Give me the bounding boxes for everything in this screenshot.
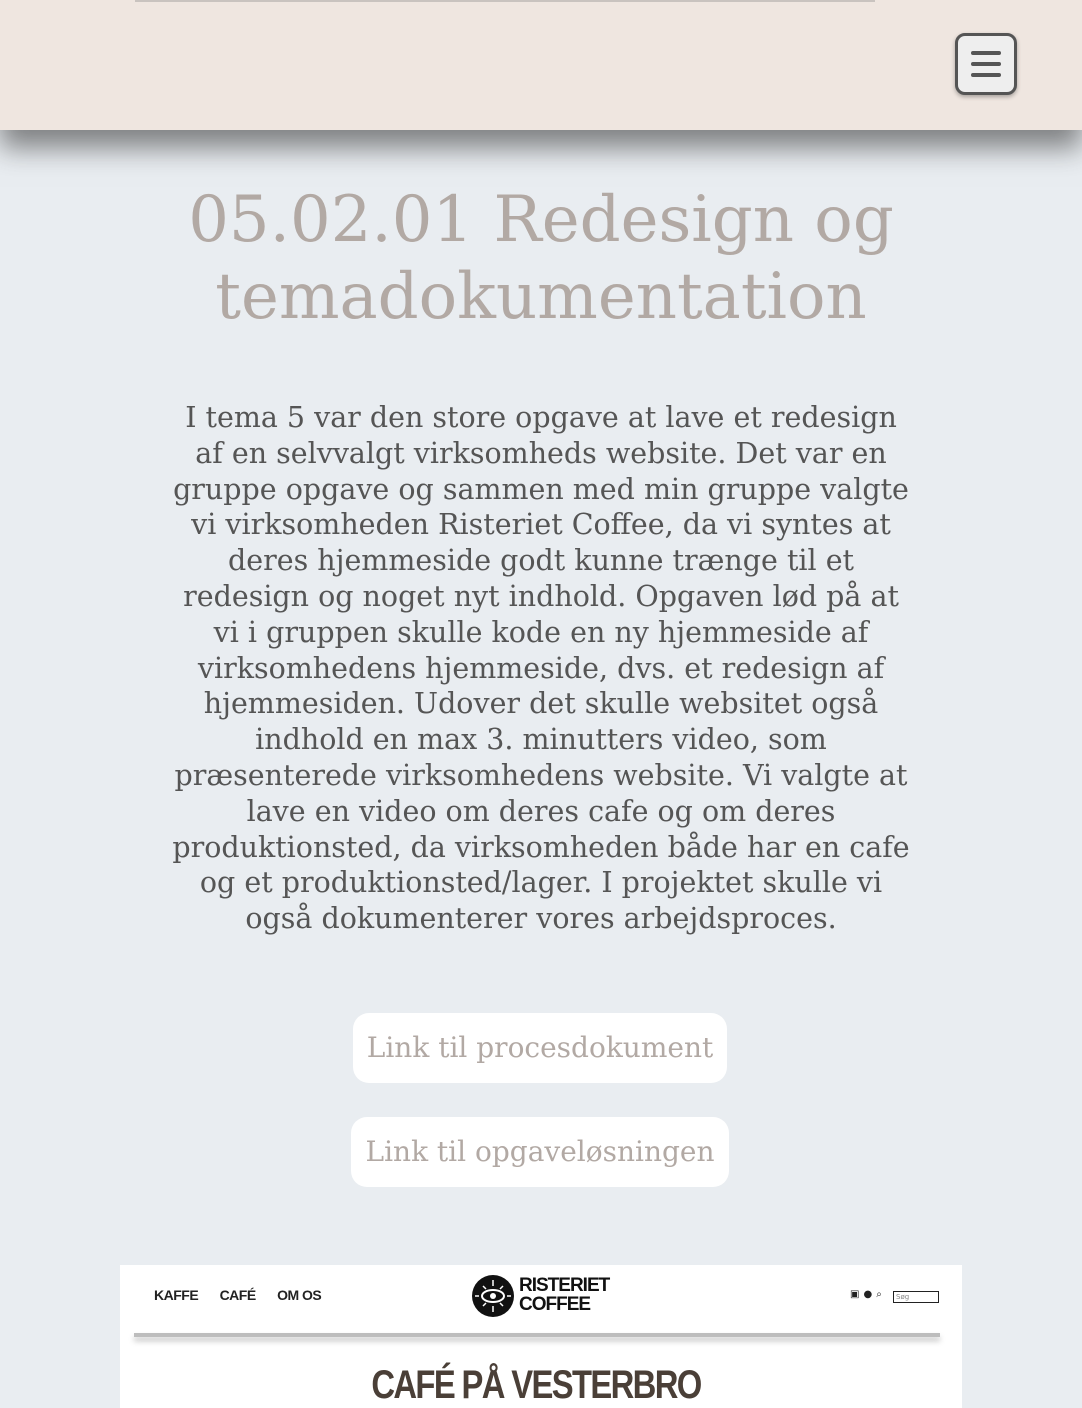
preview-heading: CAFÉ PÅ VESTERBRO: [371, 1363, 702, 1407]
intro-paragraph: I tema 5 var den store opgave at lave et…: [172, 401, 910, 936]
preview-nav: KAFFE CAFÉ OM OS: [154, 1287, 339, 1303]
preview-nav-item-cafe: CAFÉ: [219, 1287, 257, 1303]
user-icon: ●: [863, 1289, 873, 1300]
preview-header-icons: ▣ ● ⌕: [850, 1289, 886, 1300]
risteriet-logo-icon: [472, 1275, 514, 1317]
search-icon: ⌕: [876, 1289, 882, 1300]
top-divider: [135, 0, 875, 2]
preview-nav-item-kaffe: KAFFE: [154, 1287, 199, 1303]
preview-search-field: Søg: [893, 1291, 939, 1303]
hamburger-menu-button[interactable]: [955, 33, 1017, 95]
preview-divider: [134, 1333, 940, 1337]
procesdokument-link-button[interactable]: Link til procesdokument: [353, 1013, 727, 1083]
preview-logo-text: RISTERIET COFFEE: [519, 1275, 610, 1315]
hamburger-menu-icon: [971, 51, 1001, 55]
top-bar: [0, 0, 1082, 130]
website-preview-image: KAFFE CAFÉ OM OS RISTERIET COFFEE ▣ ● ⌕ Sø…: [120, 1265, 962, 1408]
preview-nav-item-om-os: OM OS: [277, 1287, 322, 1303]
page-title: 05.02.01 Redesign og temadokumentation: [188, 183, 894, 334]
opgaveloesning-link-button[interactable]: Link til opgaveløsningen: [351, 1117, 729, 1187]
basket-icon: ▣: [850, 1289, 860, 1300]
